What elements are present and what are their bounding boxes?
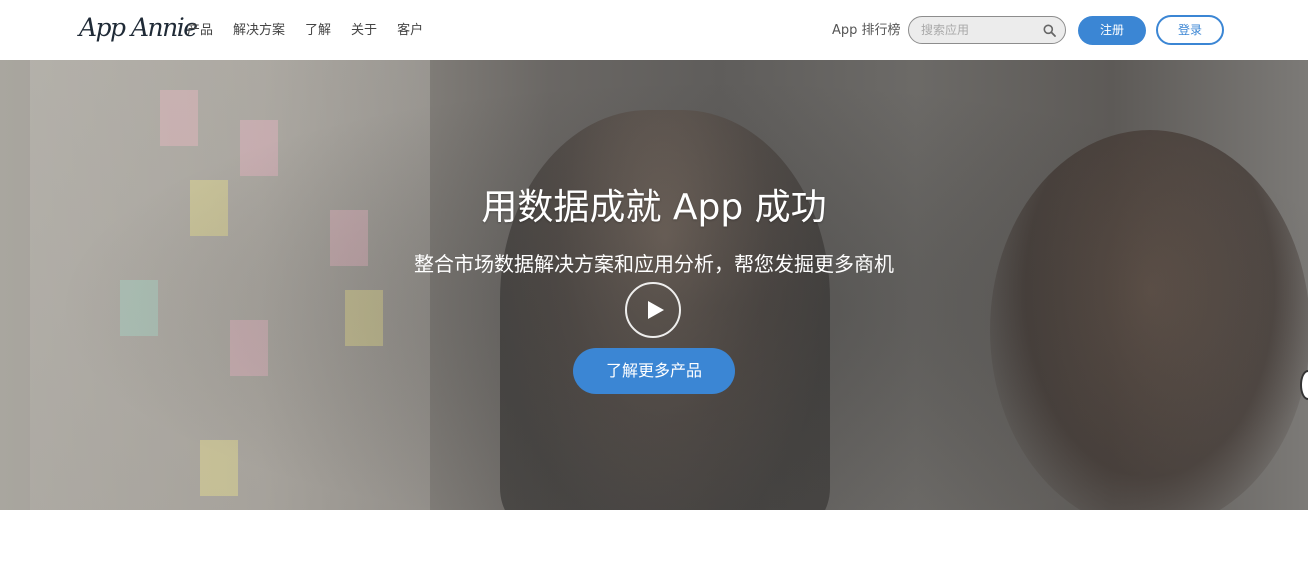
learn-more-products-button[interactable]: 了解更多产品 bbox=[573, 348, 735, 394]
nav-item-customers[interactable]: 客户 bbox=[397, 22, 423, 40]
search-icon[interactable] bbox=[1043, 24, 1056, 37]
hero-title: 用数据成就 App 成功 bbox=[481, 187, 827, 228]
signup-button[interactable]: 注册 bbox=[1078, 16, 1146, 45]
top-navigation-bar: App Annie 产品 解决方案 了解 关于 客户 App 排行榜 注册 登录 bbox=[0, 0, 1308, 60]
nav-item-learn[interactable]: 了解 bbox=[305, 22, 331, 40]
app-annie-logo[interactable]: App Annie bbox=[79, 13, 198, 42]
nav-item-about[interactable]: 关于 bbox=[351, 22, 377, 40]
hero-banner: 用数据成就 App 成功 整合市场数据解决方案和应用分析，帮您发掘更多商机 了解… bbox=[0, 60, 1308, 510]
nav-item-products[interactable]: 产品 bbox=[187, 22, 213, 40]
nav-item-solutions[interactable]: 解决方案 bbox=[233, 22, 285, 40]
play-icon bbox=[648, 301, 664, 319]
search-box bbox=[908, 16, 1066, 44]
play-video-button[interactable] bbox=[625, 282, 681, 338]
app-rankings-link[interactable]: App 排行榜 bbox=[832, 22, 901, 40]
hero-subtitle: 整合市场数据解决方案和应用分析，帮您发掘更多商机 bbox=[414, 252, 894, 276]
search-input[interactable] bbox=[921, 21, 1039, 39]
main-nav: 产品 解决方案 了解 关于 客户 bbox=[187, 22, 423, 40]
login-button[interactable]: 登录 bbox=[1156, 15, 1224, 45]
